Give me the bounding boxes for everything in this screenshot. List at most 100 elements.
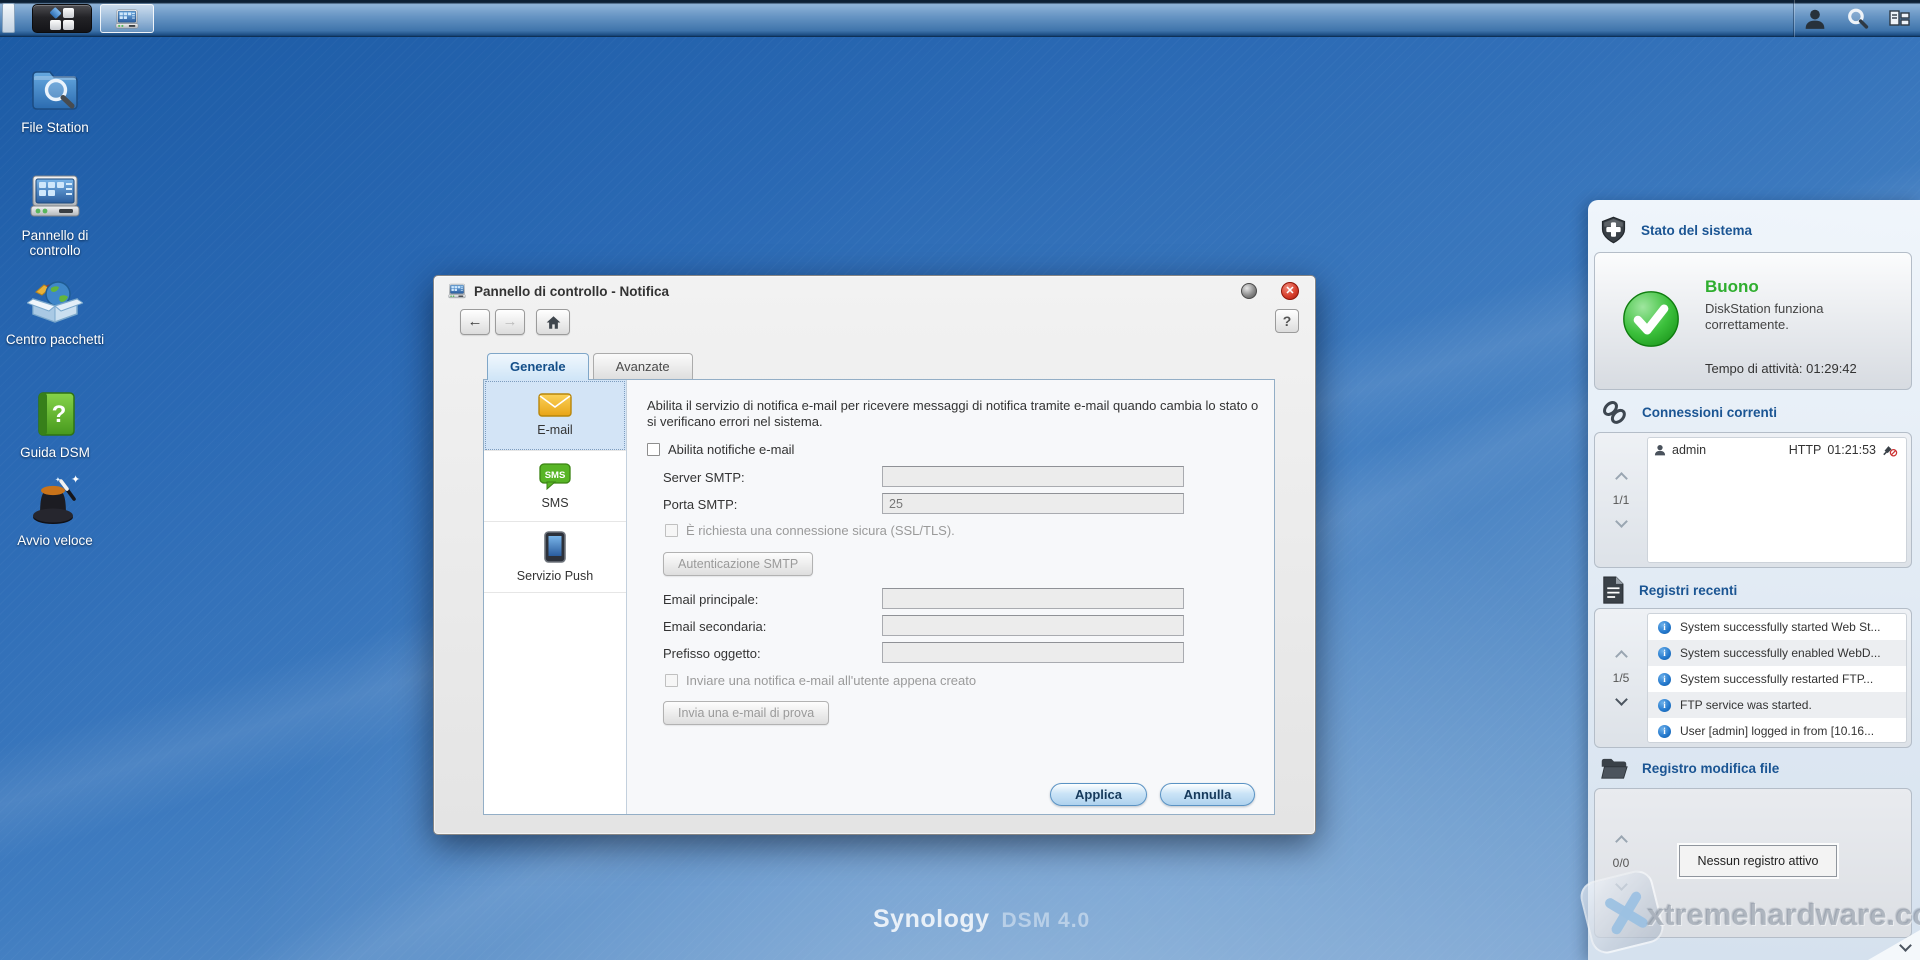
- section-title: Registri recenti: [1639, 582, 1738, 598]
- ssl-label: È richiesta una connessione sicura (SSL/…: [686, 523, 955, 538]
- connections-list: admin HTTP 01:21:53: [1647, 437, 1907, 563]
- control-panel-icon: [0, 168, 110, 222]
- svg-text:SMS: SMS: [545, 470, 566, 481]
- link-icon: [1603, 401, 1626, 424]
- dsm-help-icon: ?: [0, 385, 110, 439]
- system-health-card: Buono DiskStation funziona correttamente…: [1594, 252, 1912, 390]
- sms-icon: SMS: [539, 462, 571, 490]
- desktop-icon-package-center[interactable]: Centro pacchetti: [0, 272, 110, 347]
- disconnect-icon[interactable]: [1882, 443, 1898, 457]
- apply-button[interactable]: Applica: [1050, 783, 1147, 806]
- page-up-icon[interactable]: [1614, 650, 1628, 663]
- logs-pager: 1/5: [1595, 609, 1647, 747]
- section-title: Connessioni correnti: [1642, 404, 1778, 420]
- secondary-email-input: [882, 615, 1184, 636]
- email-icon: [538, 393, 572, 417]
- smtp-server-input: [882, 466, 1184, 487]
- section-title: Registro modifica file: [1642, 761, 1780, 776]
- desktop-icon-label: Pannello di controllo: [21, 228, 89, 258]
- notify-new-user-checkbox: [665, 674, 678, 687]
- minimize-button[interactable]: [1241, 283, 1257, 299]
- smtp-port-label: Porta SMTP:: [663, 497, 738, 512]
- ssl-checkbox-row: È richiesta una connessione sicura (SSL/…: [665, 523, 955, 538]
- connections-card: 1/1 admin HTTP 01:21:53: [1594, 432, 1912, 568]
- recent-logs-card: 1/5 i System successfully started Web St…: [1594, 608, 1912, 748]
- desktop-icon-quick-start[interactable]: ✦ ✦ Avvio veloce: [0, 473, 110, 548]
- page-indicator: 1/1: [1612, 493, 1630, 507]
- forward-button: →: [495, 309, 525, 335]
- log-row: i User [admin] logged in from [10.16...: [1648, 718, 1906, 742]
- email-notification-form: Abilita il servizio di notifica e-mail p…: [627, 380, 1274, 814]
- no-active-log-message: Nessun registro attivo: [1679, 845, 1837, 877]
- help-button[interactable]: ?: [1275, 309, 1299, 333]
- desktop-icon-control-panel[interactable]: Pannello di controllo: [0, 168, 110, 258]
- cancel-button[interactable]: Annulla: [1160, 783, 1255, 806]
- panel-collapse-button[interactable]: [1899, 937, 1912, 955]
- page-up-icon[interactable]: [1614, 835, 1628, 848]
- taskbar-item-control-panel[interactable]: [100, 4, 154, 33]
- info-icon: i: [1658, 698, 1671, 712]
- enable-email-label: Abilita notifiche e-mail: [668, 442, 795, 457]
- user-menu-button[interactable]: [1794, 0, 1836, 37]
- page-up-icon[interactable]: [1614, 472, 1628, 485]
- section-title: Stato del sistema: [1641, 222, 1753, 238]
- notify-new-user-label: Inviare una notifica e-mail all'utente a…: [686, 673, 977, 688]
- page-down-icon[interactable]: [1614, 878, 1628, 891]
- taskbar: [0, 0, 1920, 37]
- sidebar-item-email[interactable]: E-mail: [484, 380, 626, 451]
- widget-panel: Stato del sistema Buono DiskStation funz…: [1588, 200, 1920, 960]
- recent-logs-list: i System successfully started Web St... …: [1647, 613, 1907, 743]
- synology-branding: Synology DSM 4.0: [873, 905, 1090, 934]
- desktop-icon-dsm-help[interactable]: ? Guida DSM: [0, 385, 110, 460]
- main-menu-button[interactable]: [32, 4, 92, 33]
- search-button[interactable]: [1836, 0, 1878, 37]
- page-down-icon[interactable]: [1614, 693, 1628, 706]
- connections-header: Connessioni correnti: [1600, 398, 1777, 426]
- open-folder-icon: [1601, 758, 1628, 779]
- tab-generale[interactable]: Generale: [487, 353, 589, 380]
- sidebar-item-sms[interactable]: SMS SMS: [484, 451, 626, 522]
- ssl-checkbox: [665, 524, 678, 537]
- file-change-log-card: 0/0 Nessun registro attivo: [1594, 788, 1912, 938]
- notify-new-user-checkbox-row: Inviare una notifica e-mail all'utente a…: [665, 673, 976, 688]
- search-icon: [1847, 8, 1868, 29]
- control-panel-icon: [115, 7, 139, 31]
- control-panel-notification-window: Pannello di controllo - Notifica ✕ ← → ?…: [433, 275, 1316, 835]
- sidebar-item-push-service[interactable]: Servizio Push: [484, 522, 626, 593]
- quick-start-icon: ✦ ✦: [0, 473, 110, 527]
- desktop-icon-label: File Station: [21, 120, 89, 135]
- desktop: File Station Pannello di controllo Centr…: [0, 0, 1920, 960]
- file-log-pager: 0/0: [1595, 789, 1647, 937]
- status-description: DiskStation funziona correttamente.: [1705, 301, 1824, 332]
- window-icon: [448, 282, 466, 300]
- close-button[interactable]: ✕: [1281, 282, 1299, 300]
- smtp-port-input: [882, 493, 1184, 514]
- notification-sidebar: E-mail SMS SMS Servizio Push: [484, 380, 627, 814]
- subject-prefix-input: [882, 642, 1184, 663]
- sidebar-item-label: E-mail: [537, 423, 573, 437]
- desktop-icon-file-station[interactable]: File Station: [0, 60, 110, 135]
- smartphone-icon: [544, 531, 566, 563]
- pilot-view-icon: [1889, 9, 1910, 26]
- uptime-text: Tempo di attività: 01:29:42: [1705, 361, 1857, 376]
- user-icon: [1654, 444, 1666, 456]
- window-title: Pannello di controllo - Notifica: [474, 283, 670, 299]
- user-icon: [1804, 8, 1826, 30]
- tab-strip: Generale Avanzate: [487, 353, 697, 380]
- tab-avanzate[interactable]: Avanzate: [592, 353, 693, 379]
- back-button[interactable]: ←: [460, 309, 490, 335]
- show-desktop-button[interactable]: [2, 3, 15, 33]
- enable-email-checkbox-row: Abilita notifiche e-mail: [647, 442, 794, 457]
- home-button[interactable]: [536, 309, 570, 335]
- primary-email-input: [882, 588, 1184, 609]
- enable-email-checkbox[interactable]: [647, 443, 660, 456]
- window-titlebar[interactable]: Pannello di controllo - Notifica: [434, 276, 1315, 306]
- recent-logs-header: Registri recenti: [1600, 576, 1737, 604]
- pilot-view-button[interactable]: [1878, 0, 1920, 37]
- info-icon: i: [1658, 724, 1671, 738]
- info-icon: i: [1658, 646, 1671, 660]
- package-center-icon: [0, 272, 110, 326]
- page-down-icon[interactable]: [1614, 515, 1628, 528]
- subject-prefix-label: Prefisso oggetto:: [663, 646, 761, 661]
- log-row: i FTP service was started.: [1648, 692, 1906, 718]
